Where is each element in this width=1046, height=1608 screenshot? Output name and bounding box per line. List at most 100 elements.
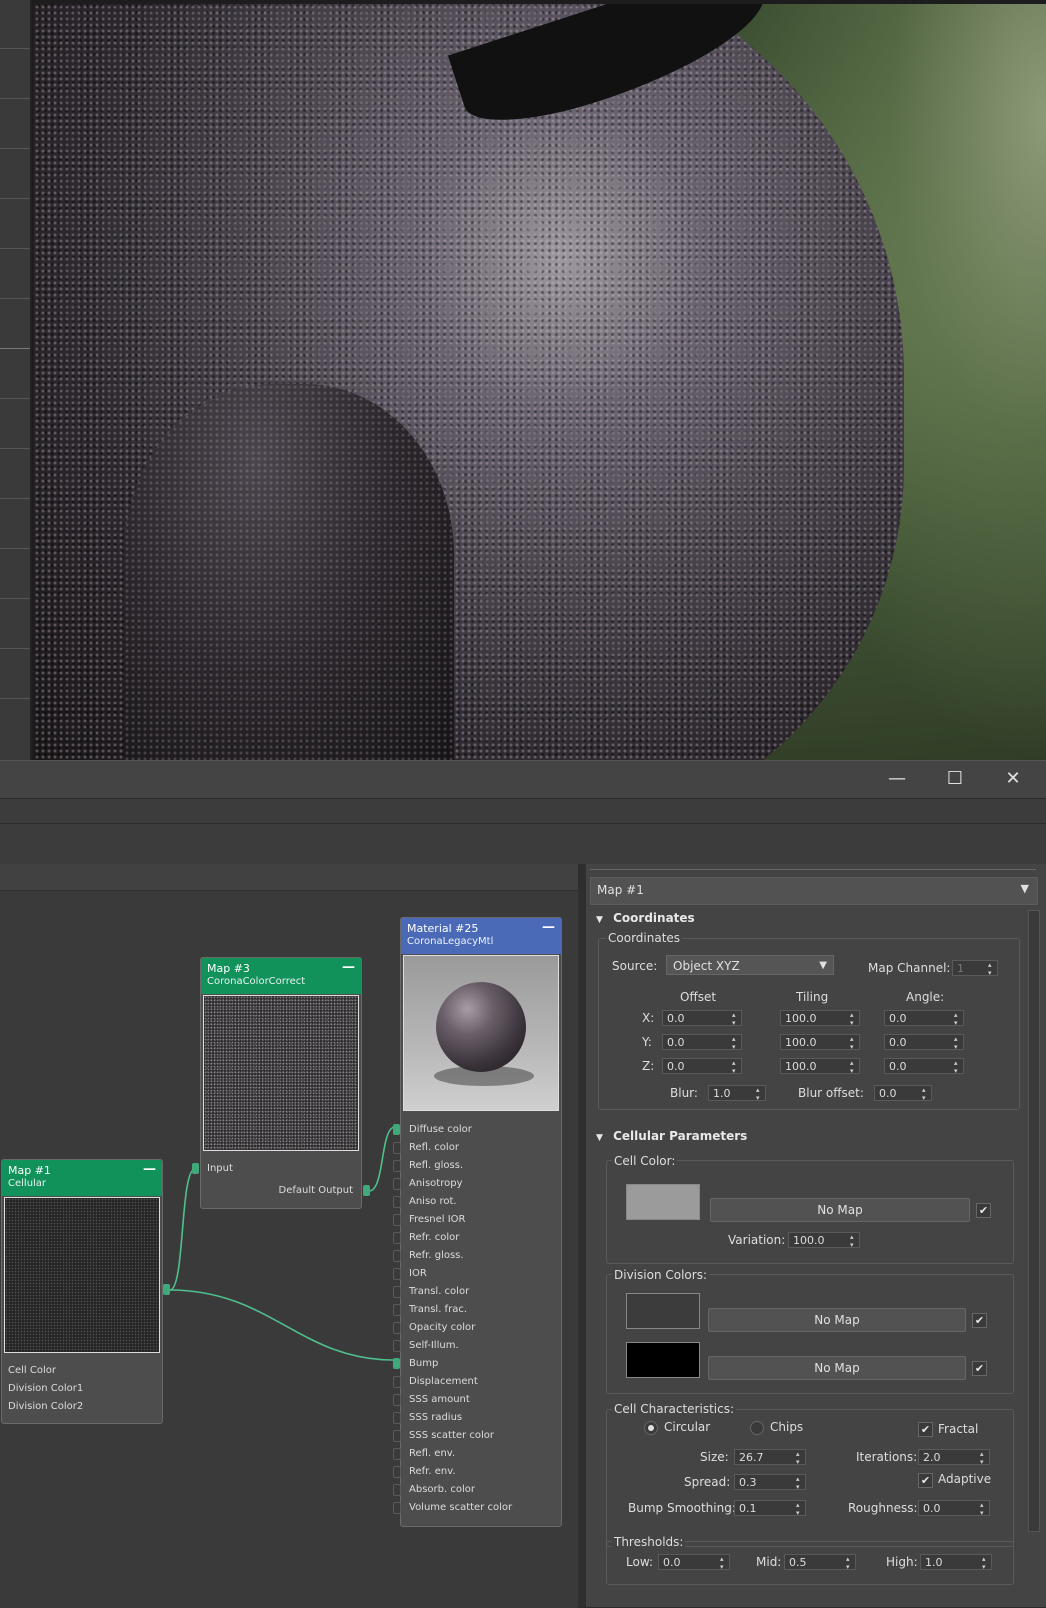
material-input-label: Volume scatter color [409,1502,513,1513]
node-preview [4,1197,160,1353]
material-input-label: Absorb. color [409,1484,475,1495]
tiling-spinner[interactable]: 100.0 [780,1010,860,1027]
material-input-socket[interactable] [393,1322,401,1334]
material-input-socket[interactable] [393,1502,401,1514]
material-input-socket[interactable] [393,1304,401,1316]
material-input-socket[interactable] [393,1394,401,1406]
cell-characteristics-label: Cell Characteristics: [612,1402,737,1416]
cell-color-swatch[interactable] [626,1184,700,1220]
material-input-socket[interactable] [393,1214,401,1226]
material-input-socket[interactable] [393,1340,401,1352]
material-input-socket[interactable] [393,1430,401,1442]
node-collapse-button[interactable]: — [542,920,555,935]
node-collapse-button[interactable]: — [143,1162,156,1177]
fractal-checkbox[interactable]: ✔ [918,1422,933,1437]
division-color1-swatch[interactable] [626,1293,700,1329]
material-input-socket[interactable] [393,1466,401,1478]
division-color2-map-button[interactable]: No Map [708,1356,966,1380]
mid-spinner[interactable]: 0.5 [784,1554,856,1571]
division-colors-label: Division Colors: [612,1268,709,1282]
angle-spinner[interactable]: 0.0 [884,1034,964,1051]
material-input-label: SSS scatter color [409,1430,494,1441]
cellular-rollout-header[interactable]: ▼ Cellular Parameters [590,1129,747,1149]
material-input-socket[interactable] [393,1358,400,1369]
wire-map1-to-bump [169,1289,394,1361]
material-input-socket[interactable] [393,1484,401,1496]
iterations-spinner[interactable]: 2.0 [918,1449,990,1466]
blur-offset-label: Blur offset: [798,1086,864,1100]
view-splitter[interactable] [578,864,586,1607]
node-map1-cellular[interactable]: Map #1 Cellular — Cell Color Division Co… [1,1159,163,1424]
material-input-socket[interactable] [393,1178,401,1190]
material-input-socket[interactable] [393,1196,401,1208]
cell-color-label: Cell Color: [612,1154,678,1168]
chevron-down-icon[interactable]: ▼ [1021,882,1029,895]
material-input-label: Opacity color [409,1322,476,1333]
bump-smoothing-spinner[interactable]: 0.1 [734,1500,806,1517]
division-color1-map-button[interactable]: No Map [708,1308,966,1332]
node-header[interactable]: Map #1 Cellular — [2,1160,162,1196]
material-input-socket[interactable] [393,1250,401,1262]
spread-spinner[interactable]: 0.3 [734,1474,806,1491]
size-spinner[interactable]: 26.7 [734,1449,806,1466]
material-input-socket[interactable] [393,1412,401,1424]
adaptive-checkbox[interactable]: ✔ [918,1473,933,1488]
map-name-dropdown[interactable]: Map #1 ▼ [590,877,1038,905]
source-dropdown[interactable]: Object XYZ ▼ [666,955,834,975]
blur-offset-spinner[interactable]: 0.0 [874,1085,932,1102]
fractal-label: Fractal [938,1422,979,1436]
offset-spinner[interactable]: 0.0 [662,1034,742,1051]
output-socket-map1[interactable] [163,1284,170,1295]
map-channel-spinner[interactable]: 1 [952,960,998,977]
angle-spinner[interactable]: 0.0 [884,1010,964,1027]
map-channel-label: Map Channel: [868,961,951,975]
circular-label: Circular [664,1420,711,1434]
division-color1-map-checkbox[interactable]: ✔ [972,1313,987,1328]
circular-radio[interactable] [644,1421,658,1435]
minimize-button[interactable]: — [884,766,910,792]
variation-spinner[interactable]: 100.0 [788,1232,860,1249]
material-input-socket[interactable] [393,1268,401,1280]
material-input-socket[interactable] [393,1160,401,1172]
chips-radio[interactable] [750,1421,764,1435]
close-button[interactable]: ✕ [1000,766,1026,792]
angle-spinner[interactable]: 0.0 [884,1058,964,1075]
cell-color-map-checkbox[interactable]: ✔ [976,1203,991,1218]
low-spinner[interactable]: 0.0 [658,1554,730,1571]
coordinates-rollout-header[interactable]: ▼ Coordinates [590,911,695,931]
blur-spinner[interactable]: 1.0 [708,1085,766,1102]
cell-color-map-button[interactable]: No Map [710,1198,970,1222]
source-value: Object XYZ [673,959,740,973]
material-input-socket[interactable] [393,1232,401,1244]
material-input-socket[interactable] [393,1376,401,1388]
material-input-socket[interactable] [393,1142,401,1154]
division-color2-map-checkbox[interactable]: ✔ [972,1361,987,1376]
output-socket-map3[interactable] [363,1185,370,1196]
high-label: High: [886,1555,918,1569]
offset-spinner[interactable]: 0.0 [662,1010,742,1027]
panel-scrollbar[interactable] [1028,910,1040,1532]
material-input-socket[interactable] [393,1286,401,1298]
node-collapse-button[interactable]: — [342,960,355,975]
node-header[interactable]: Material #25 CoronaLegacyMtl — [401,918,561,954]
maximize-button[interactable]: ☐ [942,766,968,792]
offset-spinner[interactable]: 0.0 [662,1058,742,1075]
material-input-socket[interactable] [393,1448,401,1460]
high-spinner[interactable]: 1.0 [920,1554,992,1571]
material-input-socket[interactable] [393,1124,400,1135]
material-input-label: Bump [409,1358,439,1369]
output-label: Cell Color [8,1365,56,1376]
roughness-spinner[interactable]: 0.0 [918,1500,990,1517]
node-map3-colorcorrect[interactable]: Map #3 CoronaColorCorrect — Input Defaul… [200,957,362,1209]
spread-label: Spread: [684,1475,731,1489]
rollout-title: Cellular Parameters [613,1129,748,1143]
node-header[interactable]: Map #3 CoronaColorCorrect — [201,958,361,994]
tiling-spinner[interactable]: 100.0 [780,1058,860,1075]
division-color2-swatch[interactable] [626,1342,700,1378]
node-material25[interactable]: Material #25 CoronaLegacyMtl — Diffuse c… [400,917,562,1527]
node-preview [403,955,559,1111]
offset-header: Offset [680,990,717,1004]
output-label: Division Color2 [8,1401,84,1412]
tiling-spinner[interactable]: 100.0 [780,1034,860,1051]
input-socket-map3[interactable] [192,1163,199,1174]
